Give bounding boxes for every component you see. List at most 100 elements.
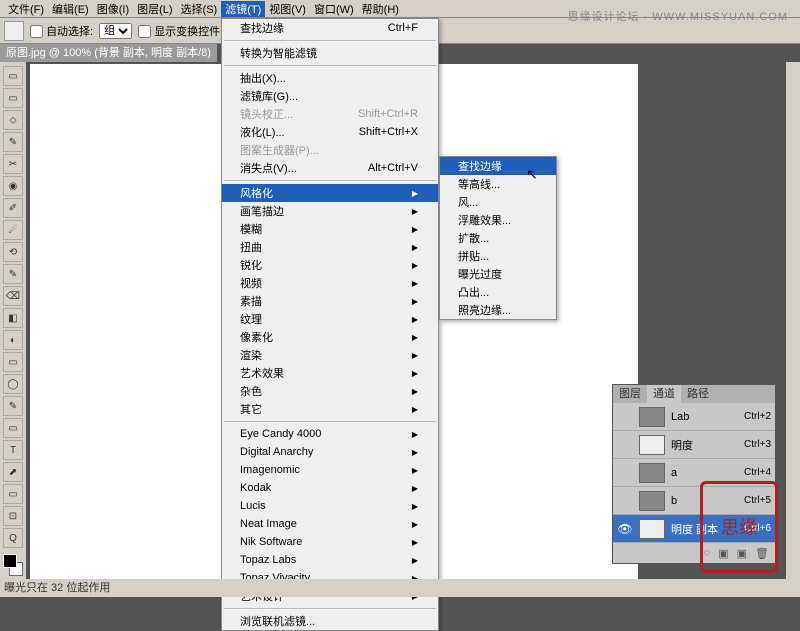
- menu-item[interactable]: 艺术效果: [222, 364, 438, 382]
- filter-menu: 查找边缘Ctrl+F 转换为智能滤镜抽出(X)...滤镜库(G)...镜头校正..…: [221, 18, 439, 631]
- menu-item[interactable]: Imagenomic: [222, 461, 438, 479]
- menu-item[interactable]: 抽出(X)...: [222, 69, 438, 87]
- menu-7[interactable]: 窗口(W): [310, 1, 358, 17]
- menu-item[interactable]: 杂色: [222, 382, 438, 400]
- menu-item[interactable]: Nik Software: [222, 533, 438, 551]
- panel-tab-1[interactable]: 通道: [647, 385, 681, 403]
- auto-select-checkbox[interactable]: 自动选择:: [30, 23, 93, 39]
- tool-9[interactable]: ✎: [3, 264, 23, 284]
- color-swatches[interactable]: [3, 554, 23, 576]
- tool-4[interactable]: ✂: [3, 154, 23, 174]
- tool-16[interactable]: ▭: [3, 418, 23, 438]
- menu-item[interactable]: 纹理: [222, 310, 438, 328]
- channel-name: a: [671, 467, 677, 479]
- menu-item[interactable]: 风...: [440, 193, 556, 211]
- channel-row[interactable]: 明度Ctrl+3: [613, 431, 775, 459]
- channel-name: 明度: [671, 437, 693, 453]
- menu-2[interactable]: 图像(I): [93, 1, 133, 17]
- menu-6[interactable]: 视图(V): [265, 1, 310, 17]
- document-tab[interactable]: 原图.jpg @ 100% (背景 副本, 明度 副本/8): [0, 44, 217, 62]
- menu-item[interactable]: 浏览联机滤镜...: [222, 612, 438, 630]
- menu-item[interactable]: 其它: [222, 400, 438, 418]
- tool-3[interactable]: ✎: [3, 132, 23, 152]
- tool-17[interactable]: T: [3, 440, 23, 460]
- menu-item[interactable]: 扩散...: [440, 229, 556, 247]
- menu-item[interactable]: 模糊: [222, 220, 438, 238]
- menu-item[interactable]: 照亮边缘...: [440, 301, 556, 319]
- tool-6[interactable]: ✐: [3, 198, 23, 218]
- stamp-seal: 思缘: [700, 481, 778, 573]
- tool-11[interactable]: ◧: [3, 308, 23, 328]
- menu-item[interactable]: 浮雕效果...: [440, 211, 556, 229]
- menu-item: 镜头校正...Shift+Ctrl+R: [222, 105, 438, 123]
- toolbox: ▭▭⬦✎✂◉✐☄⟲✎⌫◧◐▭◯✎▭T⬈▭⊡Q: [0, 62, 26, 579]
- menu-item[interactable]: 查找边缘Ctrl+F: [222, 19, 438, 37]
- tool-18[interactable]: ⬈: [3, 462, 23, 482]
- visibility-icon[interactable]: 👁: [617, 522, 633, 536]
- menu-item[interactable]: 画笔描边: [222, 202, 438, 220]
- channel-thumb: [639, 491, 665, 511]
- menu-item[interactable]: 像素化: [222, 328, 438, 346]
- tool-13[interactable]: ▭: [3, 352, 23, 372]
- watermark: 思缘设计论坛 - WWW.MISSYUAN.COM: [567, 8, 788, 24]
- menu-item[interactable]: 视频: [222, 274, 438, 292]
- tool-1[interactable]: ▭: [3, 88, 23, 108]
- channel-thumb: [639, 463, 665, 483]
- tool-10[interactable]: ⌫: [3, 286, 23, 306]
- channel-shortcut: Ctrl+4: [744, 467, 771, 478]
- panel-tabs: 图层通道路径: [613, 385, 775, 403]
- menu-item[interactable]: 曝光过度: [440, 265, 556, 283]
- menu-item[interactable]: 转换为智能滤镜: [222, 44, 438, 62]
- tool-20[interactable]: ⊡: [3, 506, 23, 526]
- menu-item[interactable]: 素描: [222, 292, 438, 310]
- menu-8[interactable]: 帮助(H): [358, 1, 403, 17]
- menu-3[interactable]: 图层(L): [133, 1, 176, 17]
- menu-item[interactable]: 消失点(V)...Alt+Ctrl+V: [222, 159, 438, 177]
- channel-shortcut: Ctrl+2: [744, 411, 771, 422]
- panel-tab-2[interactable]: 路径: [681, 385, 715, 403]
- tool-15[interactable]: ✎: [3, 396, 23, 416]
- tool-7[interactable]: ☄: [3, 220, 23, 240]
- tool-12[interactable]: ◐: [3, 330, 23, 350]
- channel-name: b: [671, 495, 677, 507]
- menu-item[interactable]: 液化(L)...Shift+Ctrl+X: [222, 123, 438, 141]
- channel-name: Lab: [671, 411, 689, 423]
- tool-2[interactable]: ⬦: [3, 110, 23, 130]
- channel-row[interactable]: Lab Ctrl+2: [613, 403, 775, 431]
- menu-item[interactable]: 锐化: [222, 256, 438, 274]
- menu-item: 图案生成器(P)...: [222, 141, 438, 159]
- menu-item[interactable]: Neat Image: [222, 515, 438, 533]
- tool-5[interactable]: ◉: [3, 176, 23, 196]
- panel-tab-0[interactable]: 图层: [613, 385, 647, 403]
- menu-item[interactable]: Kodak: [222, 479, 438, 497]
- menu-item[interactable]: 滤镜库(G)...: [222, 87, 438, 105]
- tool-19[interactable]: ▭: [3, 484, 23, 504]
- channel-thumb: [639, 407, 665, 427]
- auto-select-label: 自动选择:: [46, 26, 93, 38]
- menu-item[interactable]: 拼贴...: [440, 247, 556, 265]
- tool-21[interactable]: Q: [3, 528, 23, 548]
- menu-item[interactable]: Lucis: [222, 497, 438, 515]
- menu-5[interactable]: 滤镜(T): [221, 1, 265, 17]
- move-tool-icon: [4, 21, 24, 41]
- menu-item[interactable]: 扭曲: [222, 238, 438, 256]
- menu-0[interactable]: 文件(F): [4, 1, 48, 17]
- menu-1[interactable]: 编辑(E): [48, 1, 93, 17]
- menu-item[interactable]: Topaz Labs: [222, 551, 438, 569]
- channel-thumb: [639, 435, 665, 455]
- menu-4[interactable]: 选择(S): [177, 1, 222, 17]
- menu-item[interactable]: 渲染: [222, 346, 438, 364]
- auto-select-dropdown[interactable]: 组: [99, 23, 132, 39]
- menu-item[interactable]: 查找边缘: [440, 157, 556, 175]
- channel-thumb: [639, 519, 665, 539]
- show-transform-checkbox[interactable]: 显示变换控件: [138, 23, 220, 39]
- menu-item[interactable]: 等高线...: [440, 175, 556, 193]
- stylize-submenu: 查找边缘等高线...风...浮雕效果...扩散...拼贴...曝光过度凸出...…: [439, 156, 557, 320]
- menu-item[interactable]: 风格化: [222, 184, 438, 202]
- menu-item[interactable]: 凸出...: [440, 283, 556, 301]
- tool-14[interactable]: ◯: [3, 374, 23, 394]
- tool-0[interactable]: ▭: [3, 66, 23, 86]
- menu-item[interactable]: Eye Candy 4000: [222, 425, 438, 443]
- menu-item[interactable]: Digital Anarchy: [222, 443, 438, 461]
- tool-8[interactable]: ⟲: [3, 242, 23, 262]
